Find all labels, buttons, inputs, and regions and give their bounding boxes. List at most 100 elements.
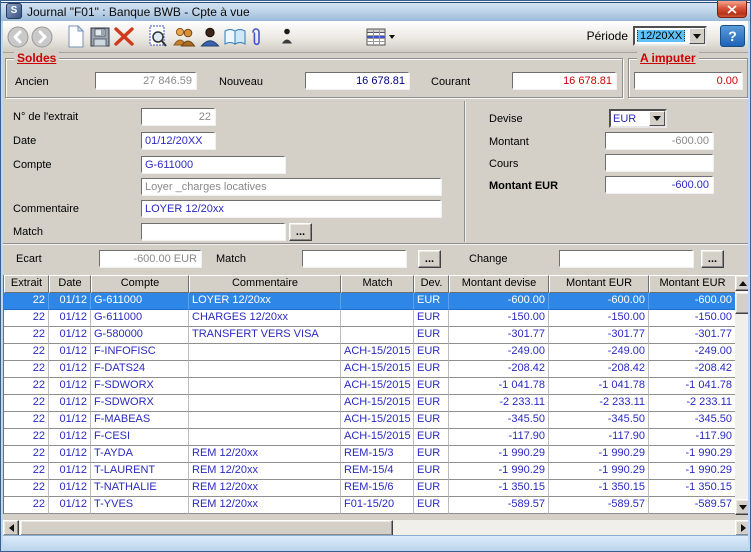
table-cell: 01/12 [49, 293, 91, 310]
horizontal-scroll-thumb[interactable] [20, 520, 393, 536]
table-cell: -1 041.78 [549, 378, 649, 395]
table-cell: TRANSFERT VERS VISA [189, 327, 341, 344]
table-cell: -1 990.29 [449, 463, 549, 480]
app-window: S Journal "F01" : Banque BWB - Cpte à vu… [0, 0, 751, 552]
table-cell: 22 [4, 310, 49, 327]
period-combobox[interactable]: 12/20XX [633, 26, 707, 46]
cours-field[interactable] [605, 154, 713, 171]
table-cell: 22 [4, 378, 49, 395]
table-cell: ACH-15/2015 [341, 395, 414, 412]
print-preview-icon [148, 25, 168, 48]
table-row[interactable]: 2201/12T-AYDAREM 12/20xxREM-15/3EUR-1 99… [4, 446, 736, 463]
commentaire-field[interactable] [141, 200, 441, 217]
print-preview-button[interactable] [146, 23, 170, 51]
attachment-button[interactable] [248, 23, 264, 51]
ancien-field[interactable] [95, 72, 196, 89]
new-document-button[interactable] [64, 23, 88, 51]
help-button[interactable]: ? [720, 25, 745, 47]
change-field[interactable] [559, 250, 693, 267]
paperclip-icon [250, 26, 262, 48]
compte-field[interactable] [141, 156, 285, 173]
table-row[interactable]: 2201/12F-MABEASACH-15/2015EUR-345.50-345… [4, 412, 736, 429]
montant-field[interactable] [605, 132, 713, 149]
ecart-match-lookup-button[interactable]: ... [418, 250, 441, 268]
table-cell: -1 350.15 [449, 480, 549, 497]
montant-eur-field[interactable] [605, 176, 713, 193]
table-row[interactable]: 2201/12T-NATHALIEREM 12/20xxREM-15/6EUR-… [4, 480, 736, 497]
match-lookup-button[interactable]: ... [289, 223, 312, 241]
grid-body: 2201/12G-611000LOYER 12/20xxEUR-600.00-6… [4, 293, 736, 514]
table-cell: 01/12 [49, 327, 91, 344]
montant-eur-label: Montant EUR [489, 180, 558, 192]
table-cell: T-AYDA [91, 446, 189, 463]
devise-label: Devise [489, 113, 523, 125]
back-button[interactable] [6, 23, 30, 51]
match-label: Match [13, 226, 43, 238]
column-header[interactable]: Compte [91, 275, 189, 293]
courant-label: Courant [431, 76, 470, 88]
table-row[interactable]: 2201/12G-611000LOYER 12/20xxEUR-600.00-6… [4, 293, 736, 310]
table-row[interactable]: 2201/12G-611000CHARGES 12/20xxEUR-150.00… [4, 310, 736, 327]
table-row[interactable]: 2201/12F-DATS24ACH-15/2015EUR-208.42-208… [4, 361, 736, 378]
change-lookup-button[interactable]: ... [701, 250, 724, 268]
person-button[interactable] [280, 23, 294, 51]
extrait-label: N° de l'extrait [13, 111, 78, 123]
table-cell: -2 233.11 [449, 395, 549, 412]
table-cell: CHARGES 12/20xx [189, 310, 341, 327]
nouveau-field[interactable] [305, 72, 409, 89]
forward-button[interactable] [30, 23, 54, 51]
grid-view-dropdown-button[interactable] [386, 24, 398, 50]
table-row[interactable]: 2201/12F-SDWORXACH-15/2015EUR-1 041.78-1… [4, 378, 736, 395]
match-field[interactable] [141, 223, 285, 240]
user-icon [199, 26, 221, 48]
courant-field[interactable] [512, 72, 616, 89]
scroll-left-button[interactable] [3, 520, 19, 536]
table-cell: 22 [4, 480, 49, 497]
period-dropdown-button[interactable] [689, 28, 705, 44]
table-cell: ACH-15/2015 [341, 412, 414, 429]
devise-dropdown-button[interactable] [649, 111, 665, 126]
column-header[interactable]: Match [341, 275, 414, 293]
users-button[interactable] [170, 23, 198, 51]
table-row[interactable]: 2201/12T-YVESREM 12/20xxF01-15/20EUR-589… [4, 497, 736, 514]
back-icon [7, 26, 29, 48]
extrait-field[interactable] [141, 108, 215, 125]
user-button[interactable] [198, 23, 222, 51]
ecart-field[interactable] [99, 250, 201, 267]
date-field[interactable] [141, 132, 215, 149]
table-cell [341, 327, 414, 344]
column-header[interactable]: Montant devise [449, 275, 549, 293]
table-row[interactable]: 2201/12F-SDWORXACH-15/2015EUR-2 233.11-2… [4, 395, 736, 412]
a-imputer-field[interactable] [634, 72, 742, 89]
ecart-label: Ecart [16, 253, 42, 265]
table-cell: ACH-15/2015 [341, 344, 414, 361]
table-row[interactable]: 2201/12T-LAURENTREM 12/20xxREM-15/4EUR-1… [4, 463, 736, 480]
ecart-match-label: Match [216, 253, 246, 265]
column-header[interactable]: Commentaire [189, 275, 341, 293]
table-cell: G-611000 [91, 293, 189, 310]
close-button[interactable] [717, 1, 747, 18]
save-button[interactable] [88, 23, 112, 51]
table-cell: -208.42 [549, 361, 649, 378]
grid-view-button[interactable] [366, 23, 386, 51]
column-header[interactable]: Date [49, 275, 91, 293]
table-cell: -589.57 [649, 497, 736, 514]
column-header[interactable]: Extrait [4, 275, 49, 293]
column-header[interactable]: Dev. [414, 275, 449, 293]
column-header[interactable]: Montant EUR [549, 275, 649, 293]
table-cell: -150.00 [449, 310, 549, 327]
book-button[interactable] [222, 23, 248, 51]
ecart-match-field[interactable] [302, 250, 406, 267]
horizontal-scrollbar[interactable] [3, 520, 751, 536]
column-header[interactable]: Montant EUR [649, 275, 736, 293]
table-row[interactable]: 2201/12G-580000TRANSFERT VERS VISAEUR-30… [4, 327, 736, 344]
table-cell: -208.42 [649, 361, 736, 378]
table-row[interactable]: 2201/12F-INFOFISCACH-15/2015EUR-249.00-2… [4, 344, 736, 361]
table-cell: REM 12/20xx [189, 497, 341, 514]
table-row[interactable]: 2201/12F-CESIACH-15/2015EUR-117.90-117.9… [4, 429, 736, 446]
devise-combobox[interactable]: EUR [609, 109, 667, 128]
table-cell: -2 233.11 [549, 395, 649, 412]
table-cell: ACH-15/2015 [341, 378, 414, 395]
delete-button[interactable] [112, 23, 136, 51]
date-label: Date [13, 135, 36, 147]
